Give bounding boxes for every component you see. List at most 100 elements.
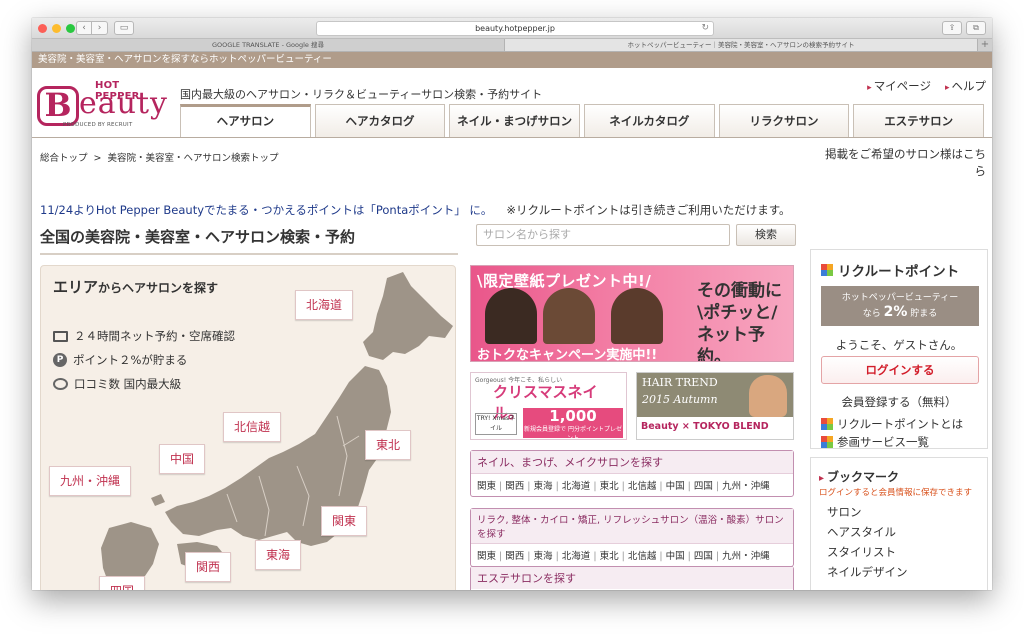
tab-google-translate[interactable]: GOOGLE TRANSLATE - Google 搜尋 — [32, 39, 505, 51]
region-shikoku[interactable]: 四国 — [99, 576, 146, 590]
point-rate-line1: ホットペッパービューティー — [841, 293, 959, 303]
person-image — [485, 288, 537, 344]
bookmark-hairstyle-link[interactable]: ヘアスタイル — [827, 524, 896, 540]
area-link[interactable]: 四国 — [685, 551, 713, 562]
nav-divider — [32, 137, 992, 138]
christmas-nail-banner[interactable]: Gorgeous! 今年こそ、私らしい クリスマスネイル。 TRY! Xmasネ… — [470, 372, 627, 440]
history-nav: ‹ › — [76, 21, 108, 35]
area-link[interactable]: 東海 — [524, 551, 552, 562]
esthe-salon-search-box: エステサロンを探す — [470, 566, 794, 590]
area-link[interactable]: 関東 — [477, 481, 496, 492]
tab-hotpepper[interactable]: ホットペッパービューティー｜美容院・美容室・ヘアサロンの検索予約サイト — [505, 39, 978, 51]
nail-box-header[interactable]: ネイル、まつげ、メイクサロンを探す — [471, 451, 793, 474]
region-kansai[interactable]: 関西 — [185, 552, 232, 582]
bookmark-nail-design-link[interactable]: ネイルデザイン — [827, 564, 908, 580]
area-link[interactable]: 関西 — [496, 551, 524, 562]
tab-esthe-salon[interactable]: エステサロン — [853, 104, 985, 138]
map-title: エリアからヘアサロンを探す — [53, 276, 218, 297]
area-link[interactable]: 北信越 — [619, 551, 657, 562]
notice-main[interactable]: 11/24よりHot Pepper Beautyでたまる・つかえるポイントは「P… — [40, 203, 492, 217]
tabs-overview-icon[interactable]: ⧉ — [966, 21, 986, 35]
register-link[interactable]: 会員登録する（無料） — [811, 394, 987, 410]
map-title-rest: からヘアサロンを探す — [98, 281, 219, 295]
area-link[interactable]: 関西 — [496, 481, 524, 492]
sidebar-toggle-icon[interactable]: ▭ — [114, 21, 134, 35]
recruit-point-title: リクルートポイント — [838, 264, 960, 280]
reload-icon[interactable]: ↻ — [701, 22, 709, 35]
salon-listing-link[interactable]: 掲載をご希望のサロン様はこちら — [816, 146, 986, 180]
relax-area-links: 関東関西東海北海道東北北信越中国四国九州・沖縄 — [471, 544, 793, 566]
area-link[interactable]: 中国 — [656, 481, 684, 492]
area-link[interactable]: 北海道 — [553, 481, 591, 492]
wallpaper-present-banner[interactable]: \限定壁紙プレゼント中!/ おトクなキャンペーン実施中!! その衝動に \ポチッ… — [470, 265, 794, 362]
rp-link-label: リクルートポイントとは — [837, 417, 964, 431]
banner1-copy-line: その衝動に — [697, 281, 782, 301]
area-link[interactable]: 東北 — [590, 481, 618, 492]
point-rate-value: 2% — [883, 304, 908, 320]
what-is-recruit-point-link[interactable]: リクルートポイントとは — [821, 416, 963, 432]
zoom-window-button[interactable] — [66, 24, 75, 33]
tab-hair-catalog[interactable]: ヘアカタログ — [314, 104, 446, 138]
region-kanto[interactable]: 関東 — [321, 506, 368, 536]
region-tohoku[interactable]: 東北 — [365, 430, 412, 460]
area-link[interactable]: 北海道 — [553, 551, 591, 562]
area-link[interactable]: 北信越 — [619, 481, 657, 492]
hotpepper-beauty-logo[interactable]: HOT PEPPER B eauty PRODUCED BY RECRUIT — [37, 80, 168, 132]
site-header: HOT PEPPER B eauty PRODUCED BY RECRUIT 国… — [32, 68, 992, 138]
banner1-campaign: おトクなキャンペーン実施中!! — [477, 348, 658, 362]
area-link[interactable]: 東北 — [590, 551, 618, 562]
login-button[interactable]: ログインする — [821, 356, 979, 384]
region-hokkaido[interactable]: 北海道 — [295, 290, 354, 320]
top-strip: 美容院・美容室・ヘアサロンを探すならホットペッパービューティー — [32, 52, 992, 68]
salon-search-input[interactable]: サロン名から探す — [476, 224, 730, 246]
minimize-window-button[interactable] — [52, 24, 61, 33]
recruit-point-panel: リクルートポイント ホットペッパービューティー なら 2% 貯まる ようこそ、ゲ… — [810, 249, 988, 449]
area-link[interactable]: 東海 — [524, 481, 552, 492]
region-tokai[interactable]: 東海 — [255, 540, 302, 570]
relax-box-header[interactable]: リラク, 整体・カイロ・矯正, リフレッシュサロン（温浴・酸素）サロンを探す — [471, 509, 793, 544]
region-kyushu-okinawa[interactable]: 九州・沖縄 — [49, 466, 132, 496]
back-button[interactable]: ‹ — [76, 21, 92, 35]
tab-bar: GOOGLE TRANSLATE - Google 搜尋 ホットペッパービューテ… — [32, 39, 992, 52]
area-link[interactable]: 九州・沖縄 — [713, 551, 770, 562]
address-bar[interactable]: beauty.hotpepper.jp ↻ — [316, 21, 714, 36]
url-text: beauty.hotpepper.jp — [475, 24, 555, 33]
logo-eauty-text: eauty — [79, 86, 168, 121]
close-window-button[interactable] — [38, 24, 47, 33]
point-rate-pre: なら — [862, 309, 881, 319]
breadcrumb: 総合トップ > 美容院・美容室・ヘアサロン検索トップ — [40, 150, 279, 164]
forward-button[interactable]: › — [92, 21, 108, 35]
search-button[interactable]: 検索 — [736, 224, 796, 246]
new-tab-icon[interactable]: + — [978, 39, 992, 51]
area-link[interactable]: 関東 — [477, 551, 496, 562]
point-rate-band: ホットペッパービューティー なら 2% 貯まる — [821, 286, 979, 326]
breadcrumb-home[interactable]: 総合トップ — [40, 153, 88, 164]
area-link[interactable]: 九州・沖縄 — [713, 481, 770, 492]
notice-sub: ※リクルートポイントは引き続きご利用いただけます。 — [506, 203, 791, 217]
help-link[interactable]: ヘルプ — [945, 78, 987, 94]
share-icon[interactable]: ⇪ — [942, 21, 962, 35]
recruit-squares-icon — [821, 418, 833, 430]
breadcrumb-current: 美容院・美容室・ヘアサロン検索トップ — [107, 153, 279, 164]
banner2-try: TRY! Xmasネイル — [475, 413, 517, 435]
welcome-text: ようこそ、ゲストさん。 — [835, 338, 963, 352]
banner1-copy-line: ネット予約。 — [697, 325, 765, 362]
area-link[interactable]: 四国 — [685, 481, 713, 492]
tab-nail-eyelash[interactable]: ネイル・まつげサロン — [449, 104, 581, 138]
services-list-link[interactable]: 参画サービス一覧 — [821, 434, 929, 450]
bookmark-stylist-link[interactable]: スタイリスト — [827, 544, 896, 560]
points-icon: P — [53, 353, 67, 367]
area-link[interactable]: 中国 — [656, 551, 684, 562]
region-hokushinetsu[interactable]: 北信越 — [223, 412, 282, 442]
mypage-link[interactable]: マイページ — [867, 78, 931, 94]
esthe-box-header[interactable]: エステサロンを探す — [471, 567, 793, 589]
tab-hair-salon[interactable]: ヘアサロン — [180, 104, 311, 138]
feature-reviews: 口コミ数 国内最大級 — [53, 376, 181, 392]
nail-area-links: 関東関西東海北海道東北北信越中国四国九州・沖縄 — [471, 474, 793, 496]
monitor-icon — [53, 330, 68, 342]
region-chugoku[interactable]: 中国 — [159, 444, 206, 474]
bookmark-salon-link[interactable]: サロン — [827, 504, 862, 520]
tab-nail-catalog[interactable]: ネイルカタログ — [584, 104, 715, 138]
hair-trend-banner[interactable]: HAIR TREND 2015 Autumn Beauty × TOKYO BL… — [636, 372, 794, 440]
tab-relax-salon[interactable]: リラクサロン — [718, 104, 850, 138]
